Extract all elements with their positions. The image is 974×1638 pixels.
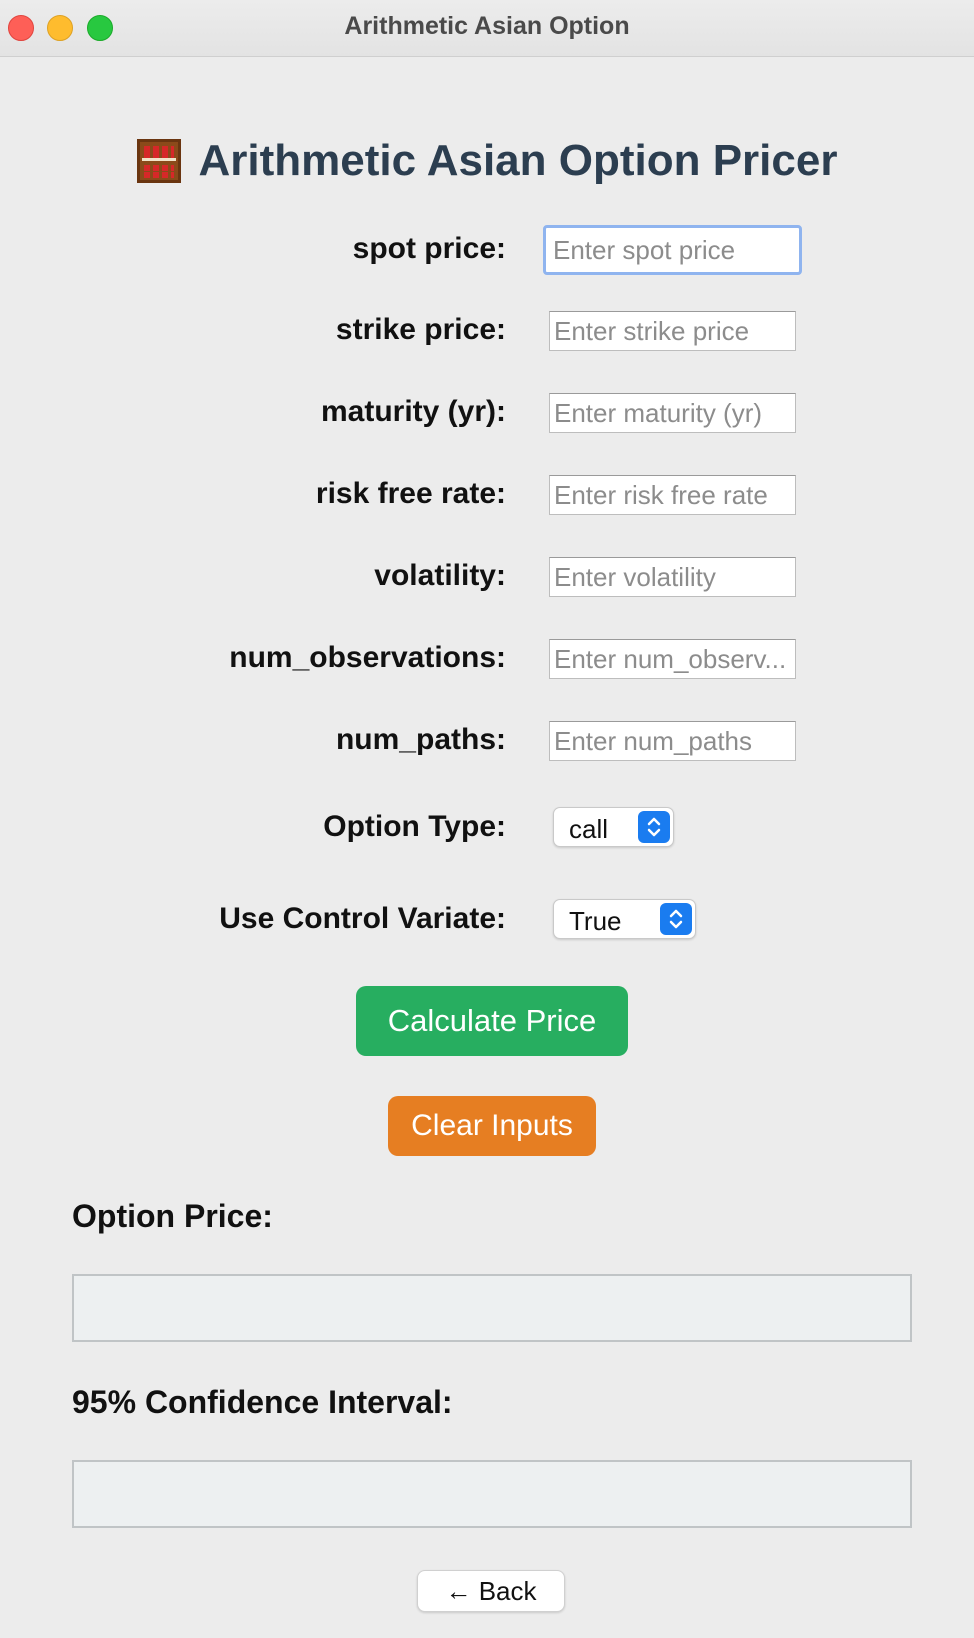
- spot-price-input[interactable]: [543, 225, 802, 275]
- strike-price-input[interactable]: [549, 311, 796, 351]
- calculate-price-button[interactable]: Calculate Price: [356, 986, 628, 1056]
- maturity-input[interactable]: [549, 393, 796, 433]
- control-variate-select[interactable]: True: [553, 899, 696, 939]
- option-type-value: call: [569, 814, 609, 844]
- num-observations-label: num_observations:: [229, 641, 506, 674]
- window-title: Arithmetic Asian Option: [344, 12, 630, 40]
- num-paths-label: num_paths:: [335, 723, 506, 756]
- strike-price-label: strike price:: [335, 313, 506, 346]
- confidence-interval-output: [72, 1460, 912, 1528]
- risk-free-rate-label: risk free rate:: [315, 477, 506, 510]
- back-button[interactable]: ← Back: [417, 1570, 565, 1612]
- option-price-output: [72, 1274, 912, 1342]
- option-type-select[interactable]: call: [553, 807, 674, 847]
- window-titlebar: Arithmetic Asian Option: [0, 0, 974, 57]
- spot-price-label: spot price:: [352, 232, 506, 265]
- risk-free-rate-input[interactable]: [549, 475, 796, 515]
- confidence-interval-label: 95% Confidence Interval:: [72, 1384, 453, 1420]
- control-variate-label: Use Control Variate:: [219, 902, 506, 935]
- option-type-label: Option Type:: [323, 810, 506, 843]
- clear-inputs-button[interactable]: Clear Inputs: [388, 1096, 596, 1156]
- num-paths-input[interactable]: [549, 721, 796, 761]
- volatility-input[interactable]: [549, 557, 796, 597]
- maturity-label: maturity (yr):: [320, 395, 506, 428]
- page-title: Arithmetic Asian Option Pricer: [0, 136, 974, 186]
- volatility-label: volatility:: [374, 559, 506, 592]
- updown-chevron-icon: [660, 903, 692, 935]
- updown-chevron-icon: [638, 811, 670, 843]
- abacus-icon: [136, 139, 181, 183]
- page-title-text: Arithmetic Asian Option Pricer: [198, 136, 838, 185]
- option-price-label: Option Price:: [72, 1198, 273, 1234]
- control-variate-value: True: [569, 906, 622, 936]
- num-observations-input[interactable]: [549, 639, 796, 679]
